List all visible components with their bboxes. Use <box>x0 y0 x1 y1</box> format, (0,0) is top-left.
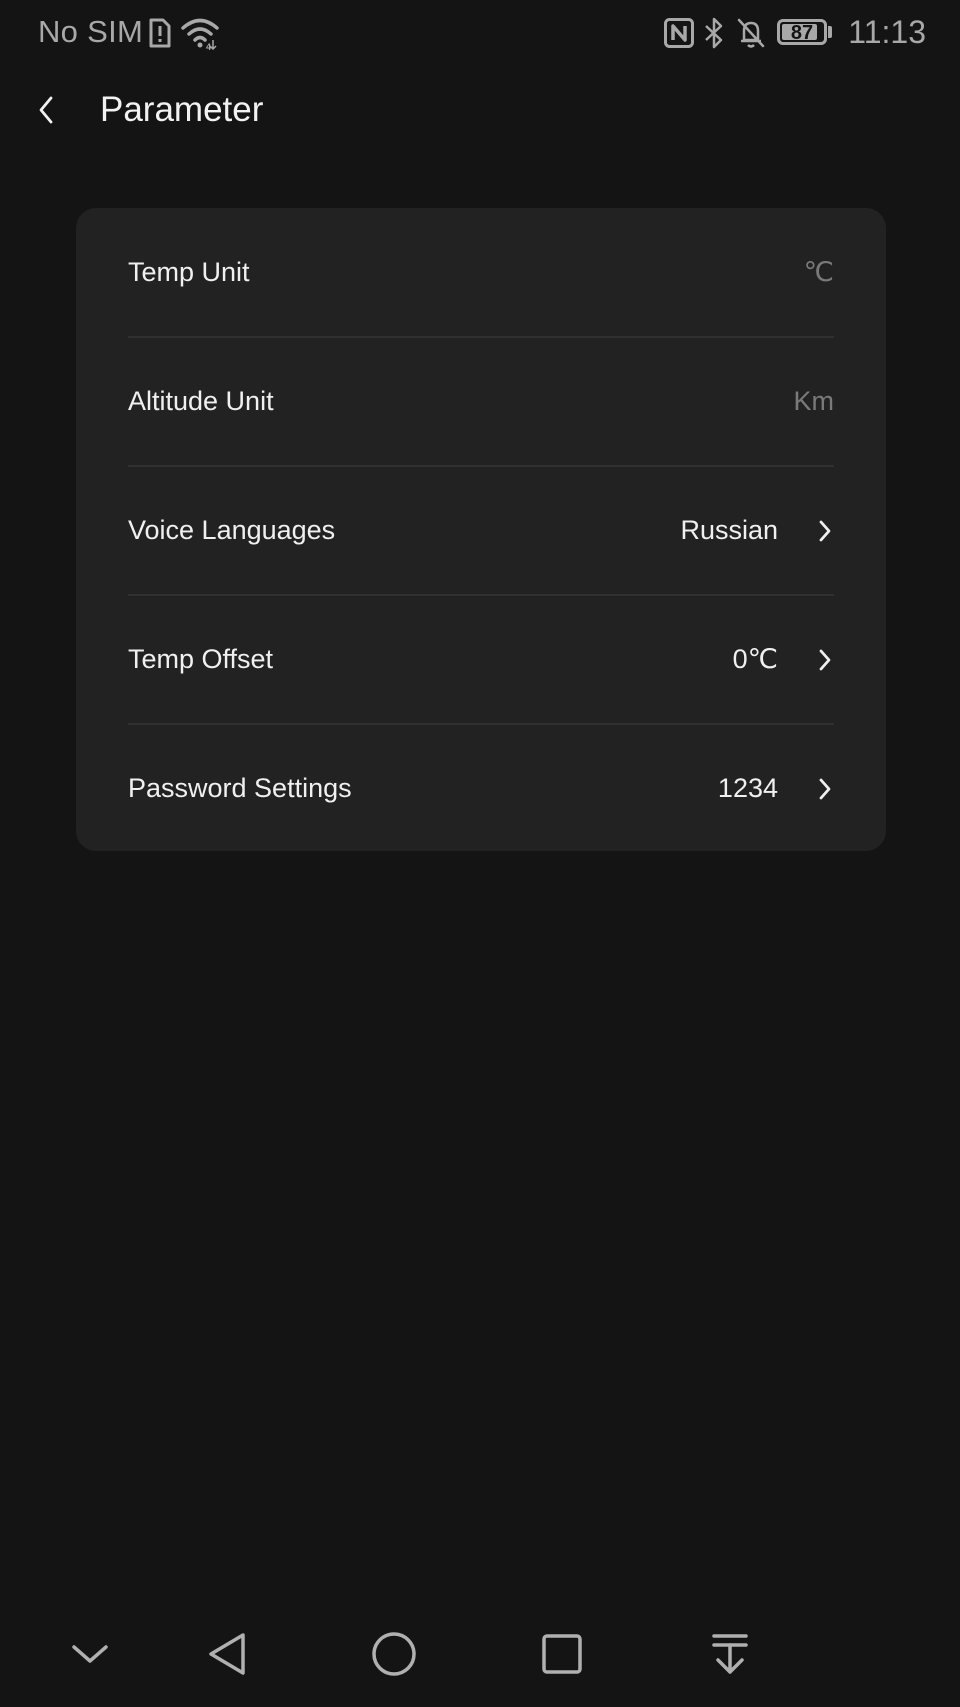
setting-row-password-settings[interactable]: Password Settings 1234 <box>128 724 834 853</box>
setting-value: ℃ <box>803 257 834 287</box>
setting-label: Altitude Unit <box>128 386 274 416</box>
setting-value: Russian <box>680 515 778 545</box>
back-triangle-icon <box>205 1631 249 1682</box>
chevron-right-icon <box>816 516 834 546</box>
setting-value: 1234 <box>717 773 778 803</box>
chevron-right-icon <box>816 645 834 675</box>
setting-label: Temp Offset <box>128 644 274 674</box>
setting-value: 0℃ <box>732 644 778 674</box>
page-title: Parameter <box>100 90 264 129</box>
collapse-button[interactable] <box>60 1626 120 1686</box>
bluetooth-icon <box>703 16 725 55</box>
back-button[interactable] <box>26 88 66 136</box>
nav-home-button[interactable] <box>364 1626 424 1686</box>
chevron-right-icon <box>816 774 834 804</box>
setting-label: Voice Languages <box>128 515 336 545</box>
setting-row-voice-languages[interactable]: Voice Languages Russian <box>128 466 834 595</box>
nav-back-button[interactable] <box>197 1626 257 1686</box>
carrier-label: No SIM <box>38 14 144 49</box>
status-bar: No SIM 4 87 11:13 <box>0 0 960 68</box>
clock: 11:13 <box>848 14 926 50</box>
download-arrow-icon <box>710 1632 750 1681</box>
setting-row-altitude-unit[interactable]: Altitude Unit Km <box>128 337 834 466</box>
battery-tip <box>828 26 832 38</box>
collapse-down-icon <box>70 1641 110 1672</box>
wifi-icon: 4 <box>180 16 220 55</box>
battery-icon: 87 <box>777 19 827 45</box>
setting-label: Password Settings <box>128 773 352 803</box>
settings-card: Temp Unit ℃ Altitude Unit Km Voice Langu… <box>76 208 886 851</box>
home-circle-icon <box>370 1630 418 1683</box>
recents-square-icon <box>540 1632 584 1681</box>
setting-label: Temp Unit <box>128 257 250 287</box>
notification-pull-button[interactable] <box>700 1626 760 1686</box>
nfc-icon <box>664 18 694 53</box>
battery-level: 87 <box>790 22 814 44</box>
setting-value: Km <box>793 386 835 416</box>
setting-row-temp-offset[interactable]: Temp Offset 0℃ <box>128 595 834 724</box>
nav-recents-button[interactable] <box>532 1626 592 1686</box>
chevron-left-icon <box>37 95 55 130</box>
setting-row-temp-unit[interactable]: Temp Unit ℃ <box>128 208 834 337</box>
sim-alert-icon <box>148 18 172 53</box>
bell-muted-icon <box>736 17 766 54</box>
